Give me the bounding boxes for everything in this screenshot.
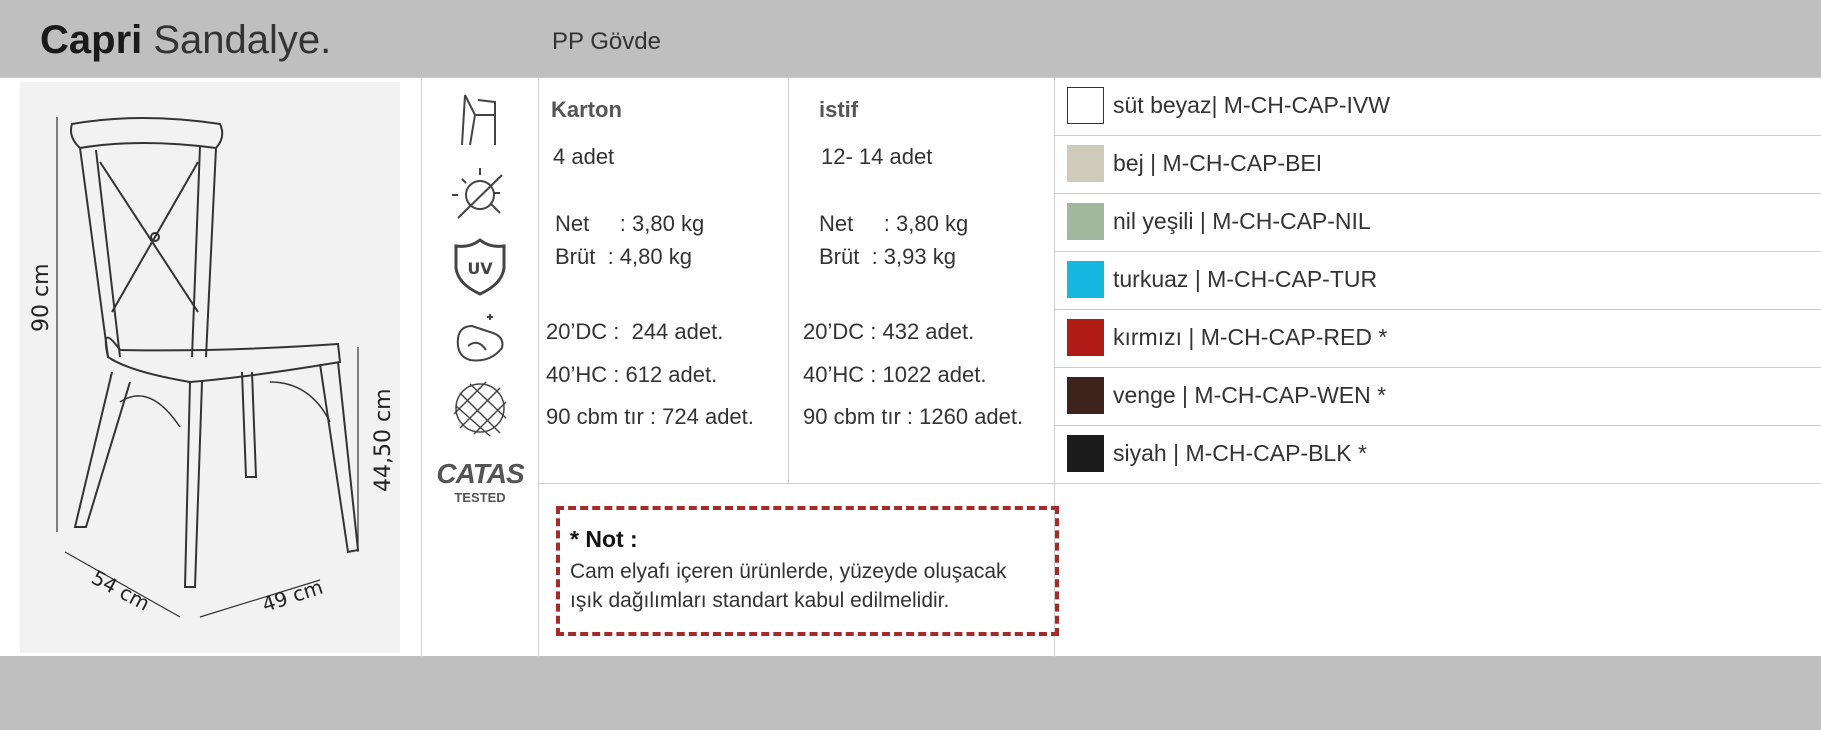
istif-heading: istif [819, 97, 859, 122]
color-swatch [1067, 261, 1104, 298]
color-swatch [1067, 377, 1104, 414]
color-label: siyah | M-CH-CAP-BLK * [1113, 440, 1367, 466]
color-label: süt beyaz| M-CH-CAP-IVW [1113, 92, 1390, 118]
image-column: 90 cm 44,50 cm 54 cm 49 cm [0, 78, 422, 657]
product-subtitle: PP Gövde [552, 28, 661, 55]
uv-protection-icon: UV [454, 238, 506, 296]
color-option: bej | M-CH-CAP-BEI [1055, 136, 1821, 194]
note-box: * Not : Cam elyafı içeren ürünlerde, yüz… [556, 506, 1059, 636]
karton-heading: Karton [551, 97, 622, 122]
istif-20dc: 20’DC : 432 adet. [803, 319, 975, 344]
svg-text:UV: UV [467, 259, 493, 278]
title-light: Sandalye. [153, 18, 332, 62]
note-title: * Not : [570, 526, 638, 552]
karton-brut: Brüt : 4,80 kg [555, 244, 692, 269]
istif-qty: 12- 14 adet [821, 144, 933, 169]
product-title: Capri Sandalye. [40, 18, 331, 63]
color-swatch [1067, 203, 1104, 240]
color-label: kırmızı | M-CH-CAP-RED * [1113, 324, 1388, 350]
color-option: turkuaz | M-CH-CAP-TUR [1055, 252, 1821, 310]
width-dimension: 49 cm [259, 575, 326, 617]
header: Capri Sandalye. PP Gövde [0, 0, 1821, 77]
color-option: süt beyaz| M-CH-CAP-IVW [1055, 78, 1821, 136]
chair-drawing: 90 cm 44,50 cm 54 cm 49 cm [20, 82, 400, 653]
istif-brut: Brüt : 3,93 kg [819, 244, 956, 269]
stackable-chair-icon [461, 94, 496, 146]
note-line-1: Cam elyafı içeren ürünlerde, yüzeyde olu… [570, 560, 1007, 583]
color-swatch [1067, 145, 1104, 182]
karton-40hc: 40’HC : 612 adet. [546, 362, 718, 387]
color-option: nil yeşili | M-CH-CAP-NIL [1055, 194, 1821, 252]
color-label: turkuaz | M-CH-CAP-TUR [1113, 266, 1378, 292]
color-option: siyah | M-CH-CAP-BLK * [1055, 426, 1821, 484]
color-label: venge | M-CH-CAP-WEN * [1113, 382, 1387, 408]
seat-height-dimension: 44,50 cm [371, 388, 396, 492]
color-option: venge | M-CH-CAP-WEN * [1055, 368, 1821, 426]
karton-tir: 90 cbm tır : 724 adet. [546, 404, 754, 429]
karton-column: Karton 4 adet Net : 3,80 kg Brüt : 4,80 … [539, 78, 789, 483]
easy-clean-icon [456, 314, 504, 362]
karton-qty: 4 adet [553, 144, 615, 169]
color-option: kırmızı | M-CH-CAP-RED * [1055, 310, 1821, 368]
color-swatch [1067, 87, 1104, 124]
depth-dimension: 54 cm [88, 565, 154, 615]
spec-sheet: 90 cm 44,50 cm 54 cm 49 cm UV CATAS TEST… [0, 77, 1821, 657]
karton-net: Net : 3,80 kg [555, 211, 705, 236]
color-label: bej | M-CH-CAP-BEI [1113, 150, 1323, 176]
color-label: nil yeşili | M-CH-CAP-NIL [1113, 208, 1371, 234]
weather-resistant-icon [452, 168, 503, 219]
note-body: Cam elyafı içeren ürünlerde, yüzeyde olu… [570, 557, 1045, 616]
title-bold: Capri [40, 18, 143, 62]
height-dimension: 90 cm [29, 263, 54, 332]
color-swatch [1067, 319, 1104, 356]
karton-20dc: 20’DC : 244 adet. [546, 319, 724, 344]
color-swatch [1067, 435, 1104, 472]
fiberglass-icon [453, 381, 507, 437]
catas-tested-logo: CATAS TESTED [436, 458, 524, 505]
feature-icons: UV CATAS TESTED [422, 78, 539, 657]
istif-net: Net : 3,80 kg [819, 211, 969, 236]
istif-tir: 90 cbm tır : 1260 adet. [803, 404, 1024, 429]
note-line-2: ışık dağılımları standart kabul edilmeli… [570, 589, 950, 613]
istif-40hc: 40’HC : 1022 adet. [803, 362, 987, 387]
